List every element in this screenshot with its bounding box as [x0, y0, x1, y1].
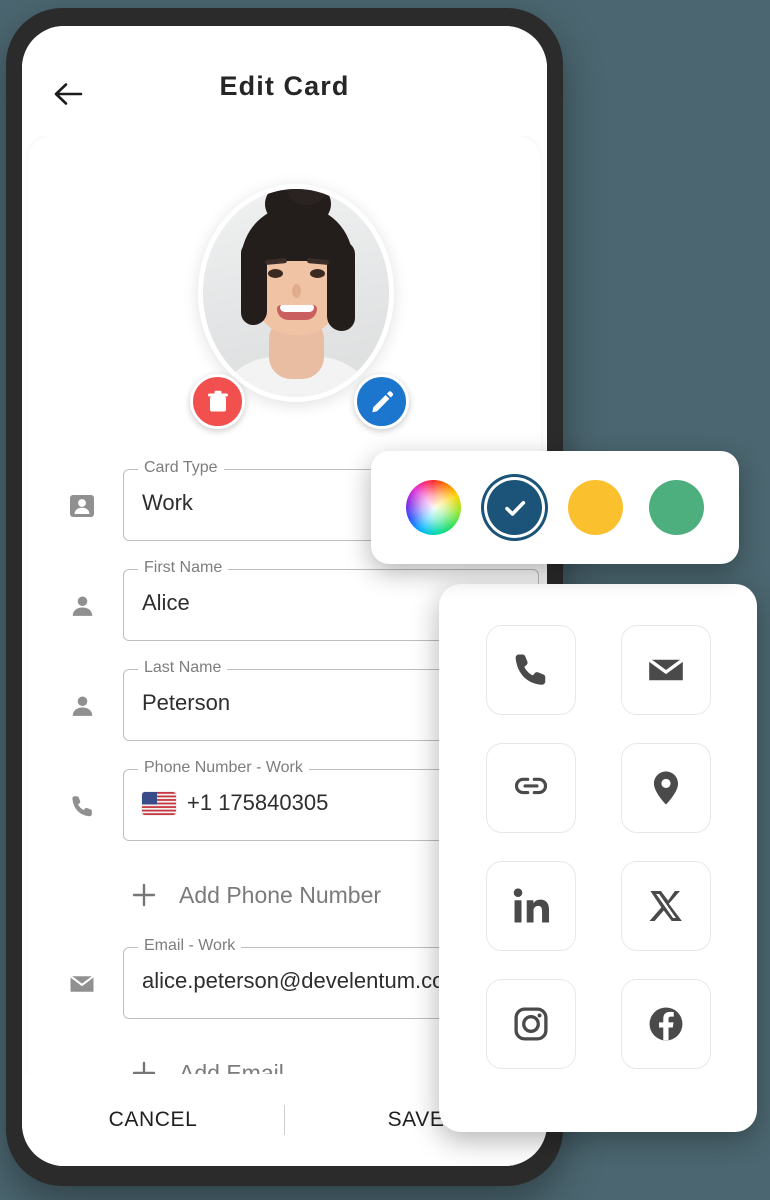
- phone-number-label: Phone Number - Work: [138, 759, 309, 777]
- page-title: Edit Card: [219, 71, 350, 101]
- icon-tile-facebook[interactable]: [620, 979, 711, 1069]
- color-swatch-dark-blue[interactable]: [487, 480, 542, 535]
- phone-number-value: +1 175840305: [187, 790, 329, 815]
- delete-photo-button[interactable]: [190, 374, 245, 429]
- linkedin-icon: [513, 888, 549, 923]
- link-icon: [514, 777, 547, 795]
- person-icon: [68, 592, 96, 620]
- card-type-label: Card Type: [138, 459, 224, 477]
- location-pin-icon: [653, 771, 678, 805]
- avatar-block: [28, 184, 541, 429]
- instagram-icon: [513, 1007, 548, 1041]
- phone-icon: [68, 792, 96, 820]
- cancel-button[interactable]: CANCEL: [22, 1108, 284, 1132]
- last-name-value: Peterson: [142, 690, 231, 715]
- color-swatch-custom-color-wheel[interactable]: [406, 480, 461, 535]
- first-name-label: First Name: [138, 559, 229, 577]
- phone-icon: [515, 654, 545, 685]
- color-picker-panel: [371, 451, 739, 564]
- icon-tile-x-twitter[interactable]: [620, 861, 711, 951]
- icon-tile-linkedin[interactable]: [485, 861, 576, 951]
- icon-tile-instagram[interactable]: [485, 979, 576, 1069]
- check-icon: [487, 480, 542, 535]
- first-name-value: Alice: [142, 590, 190, 615]
- screenshot-stage: Edit Card Card Type Work First Name Alic…: [0, 0, 770, 1200]
- trash-icon: [207, 390, 228, 411]
- avatar[interactable]: [198, 184, 394, 402]
- email-icon: [647, 658, 684, 681]
- field-type-picker-sheet: [439, 584, 757, 1132]
- edit-photo-button[interactable]: [354, 374, 409, 429]
- app-bar: Edit Card: [22, 26, 547, 136]
- add-phone-number-label: Add Phone Number: [179, 881, 382, 908]
- avatar-photo: [203, 189, 389, 397]
- facebook-icon: [649, 1007, 682, 1041]
- x-twitter-icon: [649, 891, 682, 921]
- envelope-icon: [68, 970, 96, 998]
- contact-card-icon: [68, 492, 96, 520]
- plus-icon: [131, 882, 157, 908]
- color-swatch-green[interactable]: [649, 480, 704, 535]
- icon-tile-phone[interactable]: [485, 625, 576, 715]
- us-flag-icon: [142, 791, 176, 815]
- card-type-value: Work: [142, 490, 193, 515]
- color-swatch-amber[interactable]: [568, 480, 623, 535]
- icon-tile-location[interactable]: [620, 743, 711, 833]
- phone-number-value-wrap: +1 175840305: [142, 790, 328, 816]
- person-icon: [68, 692, 96, 720]
- icon-tile-email[interactable]: [620, 625, 711, 715]
- pencil-icon: [371, 390, 393, 412]
- icon-tile-link[interactable]: [485, 743, 576, 833]
- email-value: alice.peterson@develentum.com: [142, 968, 463, 993]
- last-name-label: Last Name: [138, 659, 228, 677]
- email-label: Email - Work: [138, 937, 242, 955]
